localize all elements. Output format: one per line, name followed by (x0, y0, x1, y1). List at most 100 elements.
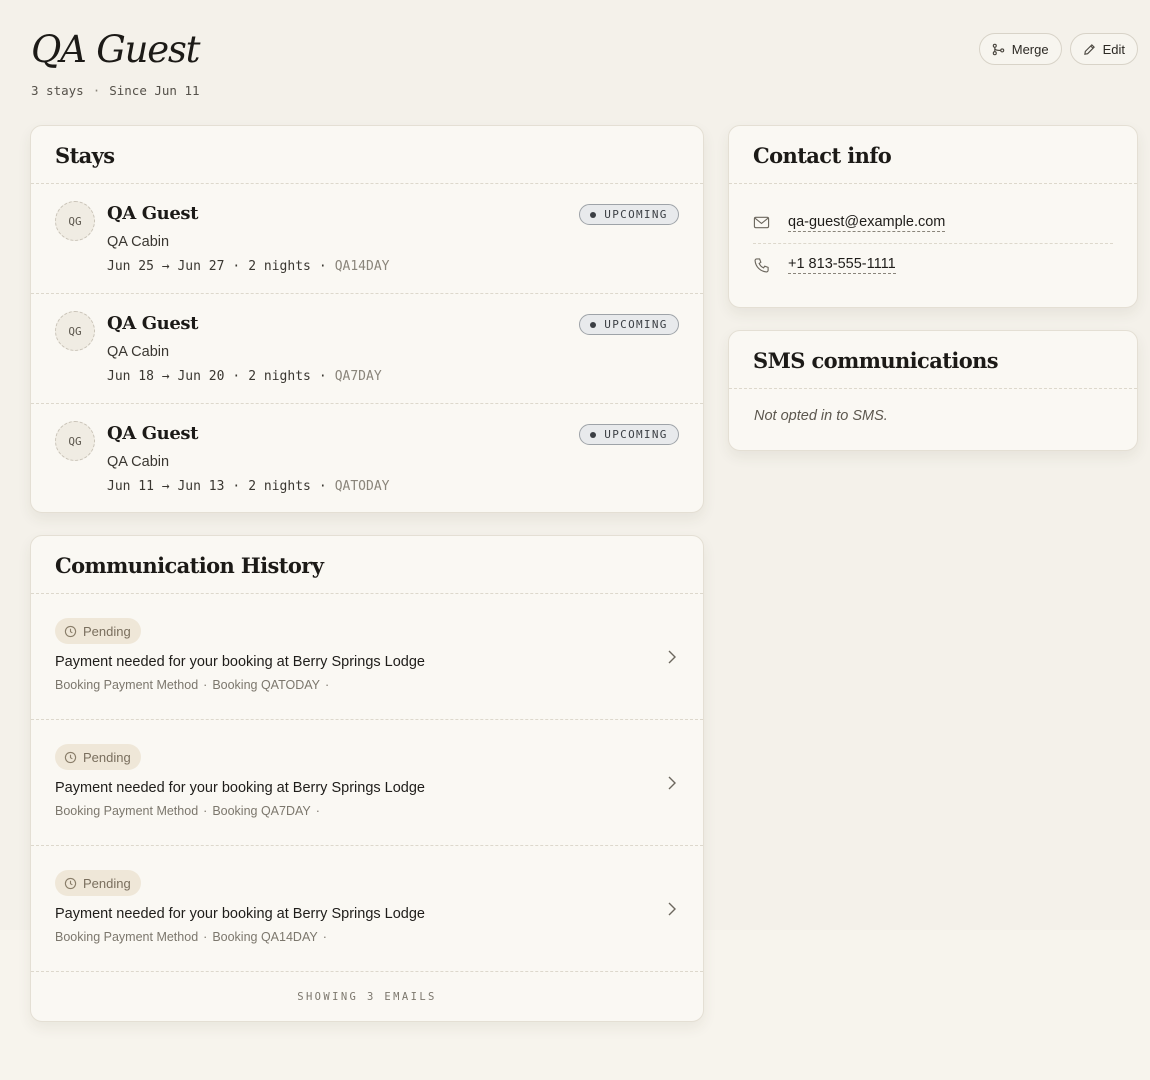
separator: · (232, 369, 241, 384)
guest-detail-page: QA Guest 3 stays · Since Jun 11 Merge Ed… (0, 0, 1150, 1080)
stay-nights: 2 nights (248, 479, 311, 494)
stay-nights: 2 nights (248, 369, 311, 384)
stay-row[interactable]: QG QA Guest QA Cabin Jun 25 → Jun 27 · 2… (31, 184, 703, 294)
avatar: QG (55, 311, 95, 351)
email-meta: Booking Payment Method · Booking QATODAY… (55, 678, 329, 692)
email-row[interactable]: Pending Payment needed for your booking … (31, 594, 703, 720)
page-title: QA Guest (31, 28, 201, 71)
status-badge: UPCOMING (579, 314, 679, 335)
stay-dates: Jun 18 → Jun 20 (107, 369, 225, 384)
stay-meta: Jun 11 → Jun 13 · 2 nights · QATODAY (107, 479, 389, 494)
separator: · (318, 479, 327, 494)
email-contact-row: qa-guest@example.com (753, 202, 1113, 244)
email-subject: Payment needed for your booking at Berry… (55, 906, 425, 922)
separator: · (203, 678, 208, 692)
separator: · (203, 930, 208, 944)
phone-contact-row: +1 813-555-1111 (753, 244, 1113, 286)
since-date: Since Jun 11 (109, 83, 200, 98)
merge-icon (992, 43, 1004, 55)
avatar: QG (55, 201, 95, 241)
email-type: Booking Payment Method (55, 678, 199, 692)
communication-card-header: Communication History (31, 536, 703, 594)
contact-info-card: Contact info qa-guest@example.com +1 813… (728, 125, 1138, 308)
separator: · (322, 930, 327, 944)
status-badge: UPCOMING (579, 204, 679, 225)
pending-label: Pending (83, 749, 131, 765)
stay-property: QA Cabin (107, 454, 170, 470)
email-subject: Payment needed for your booking at Berry… (55, 780, 425, 796)
clock-icon (64, 877, 77, 889)
merge-label: Merge (1011, 41, 1049, 57)
stay-row[interactable]: QG QA Guest QA Cabin Jun 11 → Jun 13 · 2… (31, 404, 703, 512)
stay-nights: 2 nights (248, 259, 311, 274)
stay-meta: Jun 18 → Jun 20 · 2 nights · QA7DAY (107, 369, 382, 384)
avatar: QG (55, 421, 95, 461)
pending-label: Pending (83, 623, 131, 639)
merge-button[interactable]: Merge (978, 33, 1062, 65)
email-meta: Booking Payment Method · Booking QA14DAY… (55, 930, 327, 944)
sms-communications-card: SMS communications Not opted in to SMS. (728, 330, 1138, 451)
email-meta: Booking Payment Method · Booking QA7DAY … (55, 804, 320, 818)
stays-card-header: Stays (31, 126, 703, 184)
status-dot (590, 321, 597, 328)
status-badge: UPCOMING (579, 424, 679, 445)
stay-meta: Jun 25 → Jun 27 · 2 nights · QA14DAY (107, 259, 389, 274)
stay-property: QA Cabin (107, 344, 170, 360)
emails-count-footer: SHOWING 3 EMAILS (297, 991, 437, 1003)
clock-icon (64, 751, 77, 763)
guest-summary: 3 stays · Since Jun 11 (31, 83, 200, 98)
email-subject: Payment needed for your booking at Berry… (55, 654, 425, 670)
sms-title: SMS communications (753, 348, 999, 373)
email-link[interactable]: qa-guest@example.com (788, 214, 946, 232)
pencil-icon (1083, 43, 1095, 55)
phone-icon (754, 257, 769, 272)
separator: · (232, 259, 241, 274)
email-row[interactable]: Pending Payment needed for your booking … (31, 720, 703, 846)
stay-guest-name: QA Guest (107, 203, 199, 224)
pending-badge: Pending (55, 870, 141, 896)
stay-row[interactable]: QG QA Guest QA Cabin Jun 18 → Jun 20 · 2… (31, 294, 703, 404)
separator: · (232, 479, 241, 494)
contact-card-header: Contact info (729, 126, 1137, 184)
email-row[interactable]: Pending Payment needed for your booking … (31, 846, 703, 972)
chevron-right-icon (668, 776, 676, 790)
separator: · (315, 804, 320, 818)
chevron-right-icon (668, 650, 676, 664)
contact-title: Contact info (753, 143, 892, 168)
stay-code: QATODAY (334, 479, 390, 494)
stay-guest-name: QA Guest (107, 423, 199, 444)
phone-link[interactable]: +1 813-555-1111 (788, 256, 896, 274)
email-booking: Booking QATODAY (212, 678, 320, 692)
stays-count: 3 stays (31, 83, 84, 98)
edit-label: Edit (1102, 41, 1125, 57)
separator: · (203, 804, 208, 818)
email-booking: Booking QA14DAY (212, 930, 318, 944)
header-actions: Merge Edit (978, 33, 1138, 65)
stay-property: QA Cabin (107, 234, 170, 250)
communication-history-card: Communication History Pending Payment ne… (30, 535, 704, 1022)
separator: · (92, 83, 101, 98)
separator: · (325, 678, 330, 692)
email-type: Booking Payment Method (55, 930, 199, 944)
status-dot (590, 431, 597, 438)
stays-card: Stays QG QA Guest QA Cabin Jun 25 → Jun … (30, 125, 704, 513)
sms-card-header: SMS communications (729, 331, 1137, 389)
status-label: UPCOMING (604, 318, 668, 331)
stay-code: QA7DAY (334, 369, 382, 384)
status-label: UPCOMING (604, 428, 668, 441)
stay-dates: Jun 11 → Jun 13 (107, 479, 225, 494)
pending-badge: Pending (55, 744, 141, 770)
separator: · (318, 369, 327, 384)
stay-dates: Jun 25 → Jun 27 (107, 259, 225, 274)
separator: · (318, 259, 327, 274)
email-type: Booking Payment Method (55, 804, 199, 818)
stay-guest-name: QA Guest (107, 313, 199, 334)
edit-button[interactable]: Edit (1069, 33, 1138, 65)
pending-label: Pending (83, 875, 131, 891)
email-booking: Booking QA7DAY (212, 804, 311, 818)
pending-badge: Pending (55, 618, 141, 644)
mail-icon (753, 216, 770, 229)
communication-title: Communication History (55, 553, 324, 578)
sms-status-text: Not opted in to SMS. (754, 408, 888, 424)
chevron-right-icon (668, 902, 676, 916)
